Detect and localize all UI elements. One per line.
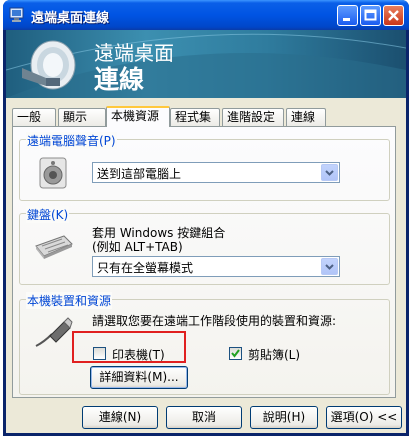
- tab-display-label: 顯示: [63, 110, 88, 124]
- audio-group-legend: 遠端電腦聲音(P): [26, 132, 117, 149]
- keyboard-description-line2: (例如 ALT+TAB): [92, 240, 183, 254]
- tab-general[interactable]: 一般: [12, 108, 56, 126]
- audio-select-dropdown-button[interactable]: [321, 164, 338, 181]
- help-button-label: 說明(H): [262, 410, 306, 424]
- tab-strip: 一般 顯示 本機資源 程式集 進階設定 連線: [12, 106, 392, 127]
- header-banner: 遠端桌面 連線: [6, 30, 406, 98]
- keyboard-group-legend: 鍵盤(K): [26, 206, 70, 223]
- dialog-window: 遠端桌面連線 遠端桌面 連線 一般 顯示 本機資源 程式集 進階設定 連線 遠端…: [3, 0, 409, 436]
- chevron-down-icon: [325, 264, 334, 270]
- tab-advanced-label: 進階設定: [227, 110, 276, 124]
- details-button-label: 詳細資料(M)...: [99, 370, 179, 384]
- tab-connection-label: 連線: [291, 110, 316, 124]
- maximize-icon: [364, 9, 377, 21]
- keyboard-select-dropdown-button[interactable]: [321, 258, 338, 275]
- minimize-icon: [343, 18, 350, 21]
- tab-local-resources-label: 本機資源: [111, 109, 160, 123]
- title-bar[interactable]: 遠端桌面連線: [3, 0, 409, 30]
- keyboard-group: 鍵盤(K) 套用 Windows 按鍵組合 (例如 ALT+TAB) 只有在全螢…: [19, 206, 390, 285]
- clipboard-checkbox[interactable]: [229, 347, 242, 360]
- tab-connection[interactable]: 連線: [286, 108, 326, 126]
- keyboard-select[interactable]: 只有在全螢幕模式: [92, 256, 340, 277]
- speaker-icon: [39, 157, 67, 189]
- devices-group-legend: 本機裝置和資源: [26, 292, 113, 309]
- chevron-down-icon: [325, 170, 334, 176]
- tab-programs[interactable]: 程式集: [170, 108, 220, 126]
- usb-plug-icon: [35, 317, 73, 347]
- tab-advanced[interactable]: 進階設定: [222, 108, 284, 126]
- maximize-button[interactable]: [360, 5, 381, 26]
- keyboard-select-value: 只有在全螢幕模式: [97, 261, 194, 275]
- audio-group: 遠端電腦聲音(P) 送到這部電腦上: [19, 132, 390, 201]
- dialog-client-area: 遠端桌面 連線 一般 顯示 本機資源 程式集 進階設定 連線 遠端電腦聲音(P): [6, 30, 406, 433]
- audio-select[interactable]: 送到這部電腦上: [92, 162, 340, 183]
- details-button[interactable]: 詳細資料(M)...: [90, 366, 188, 389]
- remote-desktop-monitor-icon: [22, 40, 76, 90]
- tab-local-resources[interactable]: 本機資源: [106, 106, 170, 127]
- connect-button-label: 連線(N): [98, 410, 142, 424]
- minimize-button[interactable]: [337, 5, 358, 26]
- connect-button[interactable]: 連線(N): [82, 406, 158, 429]
- window-title: 遠端桌面連線: [31, 10, 110, 25]
- close-button[interactable]: [383, 5, 404, 26]
- checkmark-icon: [231, 349, 240, 358]
- highlight-annotation-box: [72, 331, 186, 363]
- remote-desktop-app-icon: [9, 7, 24, 22]
- keyboard-icon: [35, 235, 73, 259]
- tab-panel-local-resources: 遠端電腦聲音(P) 送到這部電腦上 鍵盤(K) 套用 Windows 按鍵組合 …: [12, 126, 396, 398]
- tab-programs-label: 程式集: [175, 110, 212, 124]
- clipboard-label[interactable]: 剪貼簿(L): [248, 346, 300, 363]
- tab-display[interactable]: 顯示: [58, 108, 106, 126]
- audio-select-value: 送到這部電腦上: [97, 167, 182, 181]
- cancel-button-label: 取消: [191, 410, 216, 424]
- tab-general-label: 一般: [17, 110, 42, 124]
- options-button-label: 選項(O) <<: [330, 410, 398, 424]
- cancel-button[interactable]: 取消: [166, 406, 242, 429]
- options-button[interactable]: 選項(O) <<: [326, 406, 402, 429]
- help-button[interactable]: 說明(H): [250, 406, 318, 429]
- close-icon: [388, 10, 399, 21]
- devices-instruction: 請選取您要在遠端工作階段使用的裝置和資源:: [92, 314, 337, 328]
- banner-title-line2: 連線: [94, 66, 145, 94]
